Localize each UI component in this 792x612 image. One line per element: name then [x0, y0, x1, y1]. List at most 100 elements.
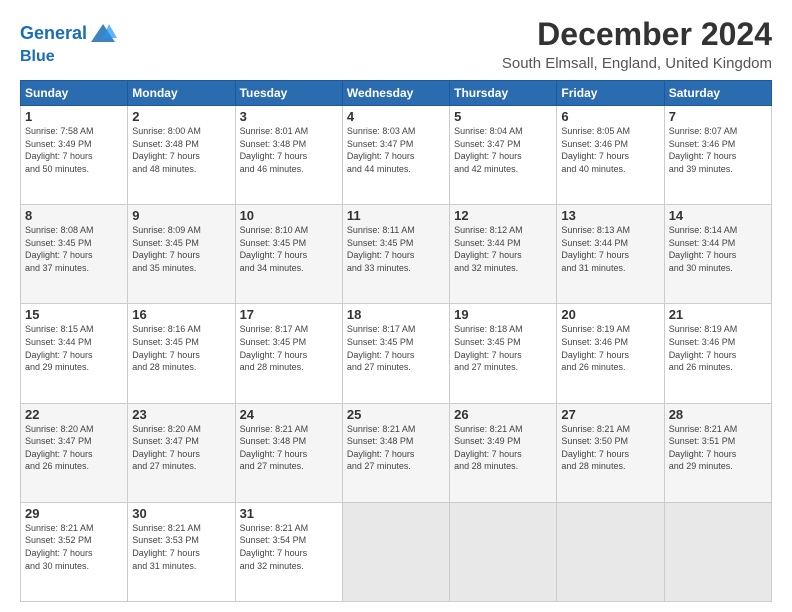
calendar-cell: 18Sunrise: 8:17 AM Sunset: 3:45 PM Dayli…	[342, 304, 449, 403]
day-info: Sunrise: 8:14 AM Sunset: 3:44 PM Dayligh…	[669, 224, 767, 274]
day-info: Sunrise: 8:19 AM Sunset: 3:46 PM Dayligh…	[561, 323, 659, 373]
day-info: Sunrise: 8:21 AM Sunset: 3:53 PM Dayligh…	[132, 522, 230, 572]
day-info: Sunrise: 8:07 AM Sunset: 3:46 PM Dayligh…	[669, 125, 767, 175]
day-info: Sunrise: 8:21 AM Sunset: 3:51 PM Dayligh…	[669, 423, 767, 473]
day-number: 22	[25, 407, 123, 422]
calendar-cell: 5Sunrise: 8:04 AM Sunset: 3:47 PM Daylig…	[450, 106, 557, 205]
calendar-cell: 13Sunrise: 8:13 AM Sunset: 3:44 PM Dayli…	[557, 205, 664, 304]
calendar-week-4: 22Sunrise: 8:20 AM Sunset: 3:47 PM Dayli…	[21, 403, 772, 502]
calendar-cell: 30Sunrise: 8:21 AM Sunset: 3:53 PM Dayli…	[128, 502, 235, 601]
calendar-week-5: 29Sunrise: 8:21 AM Sunset: 3:52 PM Dayli…	[21, 502, 772, 601]
day-info: Sunrise: 8:20 AM Sunset: 3:47 PM Dayligh…	[132, 423, 230, 473]
day-info: Sunrise: 8:21 AM Sunset: 3:54 PM Dayligh…	[240, 522, 338, 572]
calendar-cell: 16Sunrise: 8:16 AM Sunset: 3:45 PM Dayli…	[128, 304, 235, 403]
day-number: 1	[25, 109, 123, 124]
day-number: 21	[669, 307, 767, 322]
day-number: 13	[561, 208, 659, 223]
logo-text-general: General	[20, 24, 87, 44]
calendar-cell: 7Sunrise: 8:07 AM Sunset: 3:46 PM Daylig…	[664, 106, 771, 205]
calendar-week-1: 1Sunrise: 7:58 AM Sunset: 3:49 PM Daylig…	[21, 106, 772, 205]
calendar-cell: 12Sunrise: 8:12 AM Sunset: 3:44 PM Dayli…	[450, 205, 557, 304]
day-number: 4	[347, 109, 445, 124]
logo-text-blue: Blue	[20, 48, 117, 66]
calendar-cell: 27Sunrise: 8:21 AM Sunset: 3:50 PM Dayli…	[557, 403, 664, 502]
day-info: Sunrise: 8:13 AM Sunset: 3:44 PM Dayligh…	[561, 224, 659, 274]
logo: General Blue	[20, 20, 117, 66]
day-info: Sunrise: 8:17 AM Sunset: 3:45 PM Dayligh…	[347, 323, 445, 373]
day-info: Sunrise: 8:21 AM Sunset: 3:49 PM Dayligh…	[454, 423, 552, 473]
header-thursday: Thursday	[450, 81, 557, 106]
day-number: 27	[561, 407, 659, 422]
calendar-cell: 8Sunrise: 8:08 AM Sunset: 3:45 PM Daylig…	[21, 205, 128, 304]
day-number: 8	[25, 208, 123, 223]
calendar-cell: 31Sunrise: 8:21 AM Sunset: 3:54 PM Dayli…	[235, 502, 342, 601]
day-number: 25	[347, 407, 445, 422]
calendar: Sunday Monday Tuesday Wednesday Thursday…	[20, 80, 772, 602]
day-info: Sunrise: 8:21 AM Sunset: 3:48 PM Dayligh…	[240, 423, 338, 473]
day-number: 19	[454, 307, 552, 322]
day-info: Sunrise: 8:16 AM Sunset: 3:45 PM Dayligh…	[132, 323, 230, 373]
day-number: 28	[669, 407, 767, 422]
calendar-cell: 2Sunrise: 8:00 AM Sunset: 3:48 PM Daylig…	[128, 106, 235, 205]
day-number: 20	[561, 307, 659, 322]
calendar-cell	[450, 502, 557, 601]
day-info: Sunrise: 8:17 AM Sunset: 3:45 PM Dayligh…	[240, 323, 338, 373]
calendar-week-2: 8Sunrise: 8:08 AM Sunset: 3:45 PM Daylig…	[21, 205, 772, 304]
subtitle: South Elmsall, England, United Kingdom	[502, 55, 772, 72]
calendar-cell: 24Sunrise: 8:21 AM Sunset: 3:48 PM Dayli…	[235, 403, 342, 502]
header-tuesday: Tuesday	[235, 81, 342, 106]
day-info: Sunrise: 8:19 AM Sunset: 3:46 PM Dayligh…	[669, 323, 767, 373]
day-info: Sunrise: 8:21 AM Sunset: 3:50 PM Dayligh…	[561, 423, 659, 473]
calendar-cell: 4Sunrise: 8:03 AM Sunset: 3:47 PM Daylig…	[342, 106, 449, 205]
calendar-cell	[557, 502, 664, 601]
header-sunday: Sunday	[21, 81, 128, 106]
day-number: 12	[454, 208, 552, 223]
day-number: 7	[669, 109, 767, 124]
calendar-cell: 6Sunrise: 8:05 AM Sunset: 3:46 PM Daylig…	[557, 106, 664, 205]
day-number: 14	[669, 208, 767, 223]
day-number: 23	[132, 407, 230, 422]
day-info: Sunrise: 8:04 AM Sunset: 3:47 PM Dayligh…	[454, 125, 552, 175]
calendar-cell: 17Sunrise: 8:17 AM Sunset: 3:45 PM Dayli…	[235, 304, 342, 403]
header-friday: Friday	[557, 81, 664, 106]
calendar-cell: 15Sunrise: 8:15 AM Sunset: 3:44 PM Dayli…	[21, 304, 128, 403]
calendar-cell: 20Sunrise: 8:19 AM Sunset: 3:46 PM Dayli…	[557, 304, 664, 403]
day-number: 16	[132, 307, 230, 322]
calendar-cell: 23Sunrise: 8:20 AM Sunset: 3:47 PM Dayli…	[128, 403, 235, 502]
day-info: Sunrise: 8:20 AM Sunset: 3:47 PM Dayligh…	[25, 423, 123, 473]
calendar-cell: 29Sunrise: 8:21 AM Sunset: 3:52 PM Dayli…	[21, 502, 128, 601]
header: General Blue December 2024 South Elmsall…	[20, 16, 772, 72]
page: General Blue December 2024 South Elmsall…	[0, 0, 792, 612]
day-number: 24	[240, 407, 338, 422]
day-info: Sunrise: 8:21 AM Sunset: 3:52 PM Dayligh…	[25, 522, 123, 572]
day-number: 2	[132, 109, 230, 124]
calendar-cell	[664, 502, 771, 601]
header-monday: Monday	[128, 81, 235, 106]
calendar-cell: 21Sunrise: 8:19 AM Sunset: 3:46 PM Dayli…	[664, 304, 771, 403]
day-info: Sunrise: 8:12 AM Sunset: 3:44 PM Dayligh…	[454, 224, 552, 274]
calendar-cell: 22Sunrise: 8:20 AM Sunset: 3:47 PM Dayli…	[21, 403, 128, 502]
day-number: 26	[454, 407, 552, 422]
calendar-header-row: Sunday Monday Tuesday Wednesday Thursday…	[21, 81, 772, 106]
calendar-cell: 14Sunrise: 8:14 AM Sunset: 3:44 PM Dayli…	[664, 205, 771, 304]
day-number: 3	[240, 109, 338, 124]
calendar-cell: 1Sunrise: 7:58 AM Sunset: 3:49 PM Daylig…	[21, 106, 128, 205]
calendar-cell: 11Sunrise: 8:11 AM Sunset: 3:45 PM Dayli…	[342, 205, 449, 304]
day-info: Sunrise: 8:00 AM Sunset: 3:48 PM Dayligh…	[132, 125, 230, 175]
day-info: Sunrise: 8:03 AM Sunset: 3:47 PM Dayligh…	[347, 125, 445, 175]
day-info: Sunrise: 8:01 AM Sunset: 3:48 PM Dayligh…	[240, 125, 338, 175]
day-number: 29	[25, 506, 123, 521]
header-saturday: Saturday	[664, 81, 771, 106]
day-number: 17	[240, 307, 338, 322]
day-number: 15	[25, 307, 123, 322]
day-number: 11	[347, 208, 445, 223]
calendar-cell: 28Sunrise: 8:21 AM Sunset: 3:51 PM Dayli…	[664, 403, 771, 502]
day-info: Sunrise: 8:09 AM Sunset: 3:45 PM Dayligh…	[132, 224, 230, 274]
calendar-cell: 26Sunrise: 8:21 AM Sunset: 3:49 PM Dayli…	[450, 403, 557, 502]
day-info: Sunrise: 8:05 AM Sunset: 3:46 PM Dayligh…	[561, 125, 659, 175]
calendar-cell: 10Sunrise: 8:10 AM Sunset: 3:45 PM Dayli…	[235, 205, 342, 304]
day-info: Sunrise: 8:08 AM Sunset: 3:45 PM Dayligh…	[25, 224, 123, 274]
main-title: December 2024	[502, 16, 772, 53]
title-section: December 2024 South Elmsall, England, Un…	[502, 16, 772, 72]
day-info: Sunrise: 8:21 AM Sunset: 3:48 PM Dayligh…	[347, 423, 445, 473]
